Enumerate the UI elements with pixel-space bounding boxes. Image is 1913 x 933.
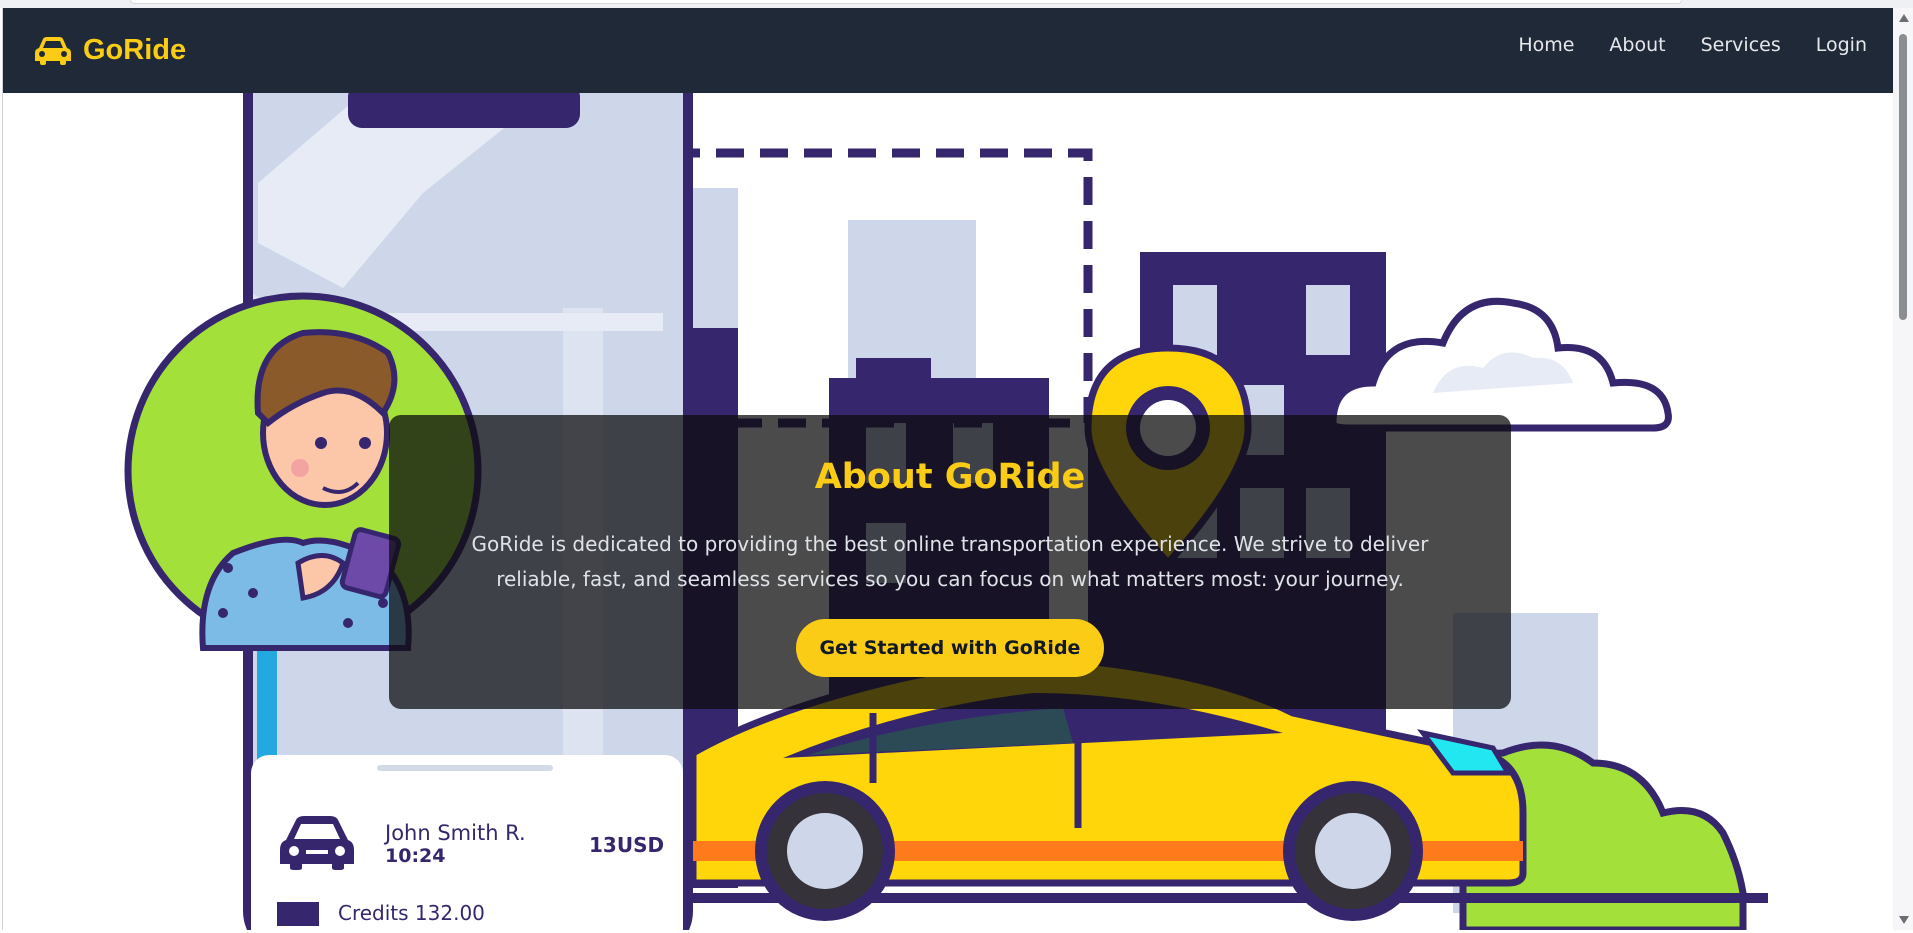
vertical-scrollbar[interactable]	[1893, 8, 1913, 930]
scrollbar-thumb[interactable]	[1899, 34, 1907, 320]
ride-info-card: John Smith R. 10:24 13USD Credits 132.00	[251, 755, 683, 930]
credits-balance: Credits 132.00	[338, 901, 485, 925]
brand-logo[interactable]: GoRide	[33, 32, 186, 68]
nav-link-login[interactable]: Login	[1816, 34, 1867, 56]
credit-card-icon	[277, 902, 319, 926]
nav-link-home[interactable]: Home	[1518, 34, 1574, 56]
card-drag-handle	[377, 765, 553, 771]
car-icon	[35, 37, 71, 65]
brand-name: GoRide	[83, 33, 187, 66]
about-title: About GoRide	[814, 457, 1086, 497]
ride-time: 10:24	[385, 845, 446, 867]
nav-menu: Home About Services Login	[1518, 34, 1867, 56]
driver-name: John Smith R.	[385, 821, 526, 845]
about-panel: About GoRide GoRide is dedicated to prov…	[389, 415, 1511, 709]
nav-link-services[interactable]: Services	[1701, 34, 1781, 56]
nav-link-about[interactable]: About	[1609, 34, 1665, 56]
ride-price: 13USD	[589, 833, 665, 857]
about-description: GoRide is dedicated to providing the bes…	[471, 532, 1429, 591]
car-icon	[280, 816, 354, 870]
page-viewport: GoRide Home About Services Login John Sm…	[2, 8, 1893, 930]
about-hero: John Smith R. 10:24 13USD Credits 132.00…	[3, 93, 1893, 930]
browser-top-edge	[0, 0, 1913, 8]
scroll-down-arrow-icon[interactable]	[1899, 916, 1909, 924]
navbar: GoRide Home About Services Login	[3, 8, 1893, 93]
scroll-up-arrow-icon[interactable]	[1899, 14, 1909, 22]
get-started-button[interactable]: Get Started with GoRide	[795, 619, 1105, 677]
